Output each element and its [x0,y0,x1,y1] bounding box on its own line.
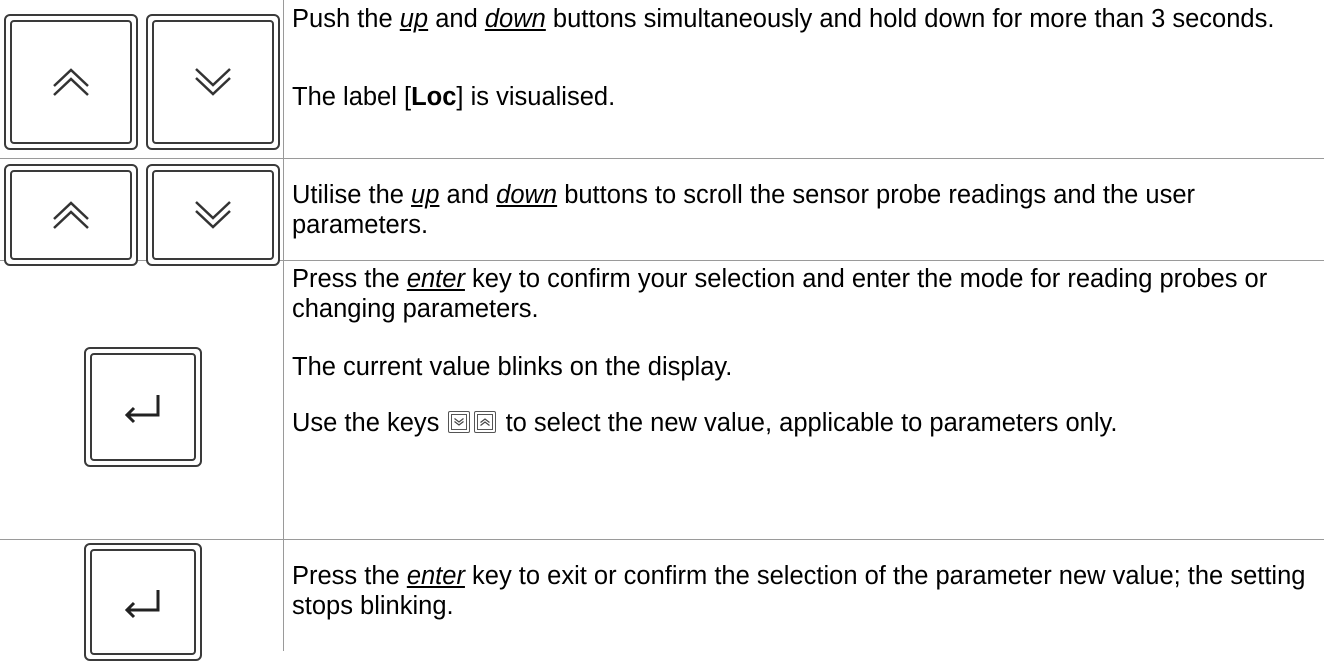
icon-cell [0,0,283,158]
table-row: Press the enter key to exit or confirm t… [0,539,1324,661]
icon-cell [0,158,283,266]
instruction-text: Push the up and down buttons simultaneou… [292,4,1312,112]
up-arrow-key-icon [474,411,497,433]
down-arrow-key-icon [146,14,280,150]
keyword: down [484,5,546,33]
paragraph: Use the keys to select the new value, ap… [292,409,1118,437]
paragraph: The label [Loc] is visualised. [292,83,616,111]
keyword: enter [406,562,465,590]
down-arrow-key-icon [146,164,280,266]
paragraph: Press the enter key to confirm your sele… [292,265,1268,323]
keyword: up [411,181,440,209]
keyword: down [496,181,558,209]
paragraph: The current value blinks on the display. [292,353,733,381]
icon-cell [0,539,283,661]
instruction-table: Push the up and down buttons simultaneou… [0,0,1324,661]
table-row: Utilise the up and down buttons to scrol… [0,158,1324,266]
keyword: up [399,5,429,33]
icon-cell [0,260,283,539]
enter-key-icon [84,347,202,467]
up-arrow-key-icon [4,14,138,150]
label-loc: Loc [411,83,457,111]
down-arrow-key-icon [448,411,471,433]
paragraph: Press the enter key to exit or confirm t… [292,562,1306,620]
enter-key-icon [84,543,202,661]
instruction-text: Press the enter key to confirm your sele… [292,264,1312,438]
paragraph: Push the up and down buttons simultaneou… [292,5,1275,33]
instruction-text: Press the enter key to exit or confirm t… [292,561,1312,621]
up-arrow-key-icon [4,164,138,266]
table-row: Press the enter key to confirm your sele… [0,260,1324,539]
table-row: Push the up and down buttons simultaneou… [0,0,1324,158]
keyword: enter [406,265,465,293]
instruction-text: Utilise the up and down buttons to scrol… [292,180,1312,240]
paragraph: Utilise the up and down buttons to scrol… [292,181,1195,239]
